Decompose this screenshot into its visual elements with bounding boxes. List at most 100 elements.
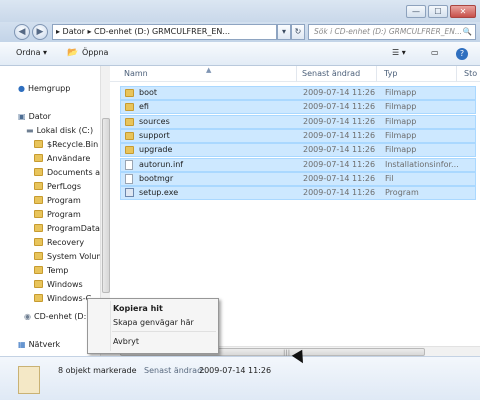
nav-computer[interactable]: ▣ Dator (18, 110, 51, 123)
file-name: efi (139, 102, 149, 112)
nav-folder-item[interactable]: Windows-C (34, 292, 91, 305)
selection-count: 8 objekt markerade (58, 366, 137, 375)
network-icon: ▦ (18, 340, 26, 349)
file-row[interactable]: upgrade 2009-07-14 11:26 Filmapp (120, 143, 476, 158)
folder-icon (125, 103, 134, 112)
selection-thumbnail-icon (18, 366, 40, 394)
file-row[interactable]: support 2009-07-14 11:26 Filmapp (120, 128, 476, 143)
nav-homegroup-label: Hemgrupp (27, 84, 71, 93)
folder-icon (34, 266, 43, 274)
file-date: 2009-07-14 11:26 (303, 188, 376, 198)
nav-folder-item[interactable]: Temp (34, 264, 68, 277)
drive-icon: ▬ (26, 126, 34, 135)
address-bar[interactable]: ▸ Dator ▸ CD-enhet (D:) GRMCULFRER_EN... (52, 24, 277, 40)
file-row[interactable]: boot 2009-07-14 11:26 Filmapp (120, 86, 476, 100)
nav-folder-item[interactable]: Program (34, 194, 81, 207)
search-input[interactable]: Sök i CD-enhet (D:) GRMCULFRER_EN... 🔍 (308, 24, 476, 40)
file-type: Filmapp (385, 116, 417, 126)
open-button[interactable]: Öppna (82, 48, 108, 57)
file-name: setup.exe (139, 188, 179, 198)
file-row[interactable]: efi 2009-07-14 11:26 Filmapp (120, 100, 476, 115)
column-date[interactable]: Senast ändrad (302, 69, 360, 78)
folder-icon (34, 140, 43, 148)
nav-local-disk-label: Lokal disk (C:) (36, 126, 94, 135)
folder-icon (125, 89, 134, 97)
nav-folder-item[interactable]: PerfLogs (34, 180, 81, 193)
search-placeholder: Sök i CD-enhet (D:) GRMCULFRER_EN... (314, 27, 462, 36)
nav-homegroup[interactable]: ● Hemgrupp (18, 82, 70, 95)
sort-arrow-icon: ▲ (206, 66, 212, 74)
nav-folder-item[interactable]: Program (34, 208, 81, 221)
file-icon (125, 173, 133, 184)
search-icon[interactable]: 🔍 (463, 25, 472, 39)
file-type: Program (385, 188, 419, 198)
organize-menu[interactable]: Ordna ▾ (16, 48, 47, 57)
column-type[interactable]: Typ (384, 69, 397, 78)
preview-pane-button[interactable]: ▭ (431, 48, 439, 57)
file-row[interactable]: sources 2009-07-14 11:26 Filmapp (120, 114, 476, 129)
column-separator[interactable] (456, 66, 457, 82)
column-header: Namn Senast ändrad Typ Sto (110, 66, 480, 82)
file-date: 2009-07-14 11:26 (303, 130, 376, 140)
file-name: bootmgr (139, 173, 174, 183)
nav-computer-label: Dator (28, 112, 51, 121)
file-type: Filmapp (385, 145, 417, 155)
nav-folder-item[interactable]: $Recycle.Bin (34, 138, 98, 151)
nav-folder-item[interactable]: Documents and (34, 166, 109, 179)
column-name[interactable]: Namn (124, 69, 148, 78)
nav-folder-label: Program (47, 210, 81, 219)
menu-item-cancel[interactable]: Avbryt (113, 337, 139, 346)
file-name: boot (139, 88, 158, 97)
folder-icon (34, 210, 43, 218)
view-options-button[interactable]: ☰ ▾ (392, 48, 406, 57)
file-type: Filmapp (385, 130, 417, 140)
file-row[interactable]: setup.exe 2009-07-14 11:26 Program (120, 186, 476, 201)
nav-local-disk[interactable]: ▬ Lokal disk (C:) (26, 124, 93, 137)
title-bar: — ☐ ✕ (0, 0, 480, 22)
menu-item-copy-here[interactable]: Kopiera hit (113, 304, 163, 313)
file-row[interactable]: bootmgr 2009-07-14 11:26 Fil (120, 171, 476, 186)
folder-icon (34, 280, 43, 288)
back-button[interactable]: ◀ (14, 24, 30, 40)
refresh-button[interactable]: ↻ (291, 24, 305, 40)
folder-icon (34, 238, 43, 246)
nav-folder-label: Windows (47, 280, 83, 289)
file-type: Filmapp (385, 88, 417, 97)
homegroup-icon: ● (18, 84, 25, 93)
nav-network[interactable]: ▦ Nätverk (18, 338, 60, 351)
column-separator[interactable] (296, 66, 297, 82)
file-row[interactable]: autorun.inf 2009-07-14 11:26 Installations… (120, 157, 476, 172)
file-date: 2009-07-14 11:26 (303, 116, 376, 126)
file-name: autorun.inf (139, 159, 184, 169)
help-button[interactable]: ? (456, 48, 468, 60)
nav-folder-item[interactable]: Recovery (34, 236, 84, 249)
file-name: support (139, 130, 170, 140)
file-type: Installationsinfor... (385, 159, 459, 169)
folder-icon (34, 154, 43, 162)
close-button[interactable]: ✕ (450, 5, 476, 18)
nav-folder-label: Recovery (47, 238, 85, 247)
menu-separator (112, 331, 216, 332)
column-separator[interactable] (376, 66, 377, 82)
nav-cd-drive[interactable]: ◉ CD-enhet (D:) (24, 310, 89, 323)
nav-folder-item[interactable]: Windows (34, 278, 83, 291)
minimize-button[interactable]: — (406, 5, 426, 18)
menu-item-create-shortcut[interactable]: Skapa genvägar här (113, 318, 194, 327)
forward-button[interactable]: ▶ (32, 24, 48, 40)
column-size[interactable]: Sto (464, 69, 477, 78)
folder-icon (34, 182, 43, 190)
nav-folder-item[interactable]: System Volume (34, 250, 109, 263)
nav-folder-item[interactable]: ProgramData (34, 222, 100, 235)
computer-icon: ▣ (18, 112, 26, 121)
address-dropdown-button[interactable]: ▾ (277, 24, 291, 40)
file-date: 2009-07-14 11:26 (303, 102, 376, 112)
address-row: ◀ ▶ ▸ Dator ▸ CD-enhet (D:) GRMCULFRER_E… (0, 22, 480, 42)
folder-icon (34, 252, 43, 260)
modified-value: 2009-07-14 11:26 (199, 366, 272, 375)
cd-drive-icon: ◉ (24, 312, 31, 321)
nav-scrollbar-thumb[interactable] (102, 118, 110, 293)
toolbar: Ordna ▾ 📂 Öppna ☰ ▾ ▭ ? (0, 42, 480, 66)
maximize-button[interactable]: ☐ (428, 5, 448, 18)
nav-folder-item[interactable]: Användare (34, 152, 90, 165)
folder-icon (125, 131, 134, 140)
